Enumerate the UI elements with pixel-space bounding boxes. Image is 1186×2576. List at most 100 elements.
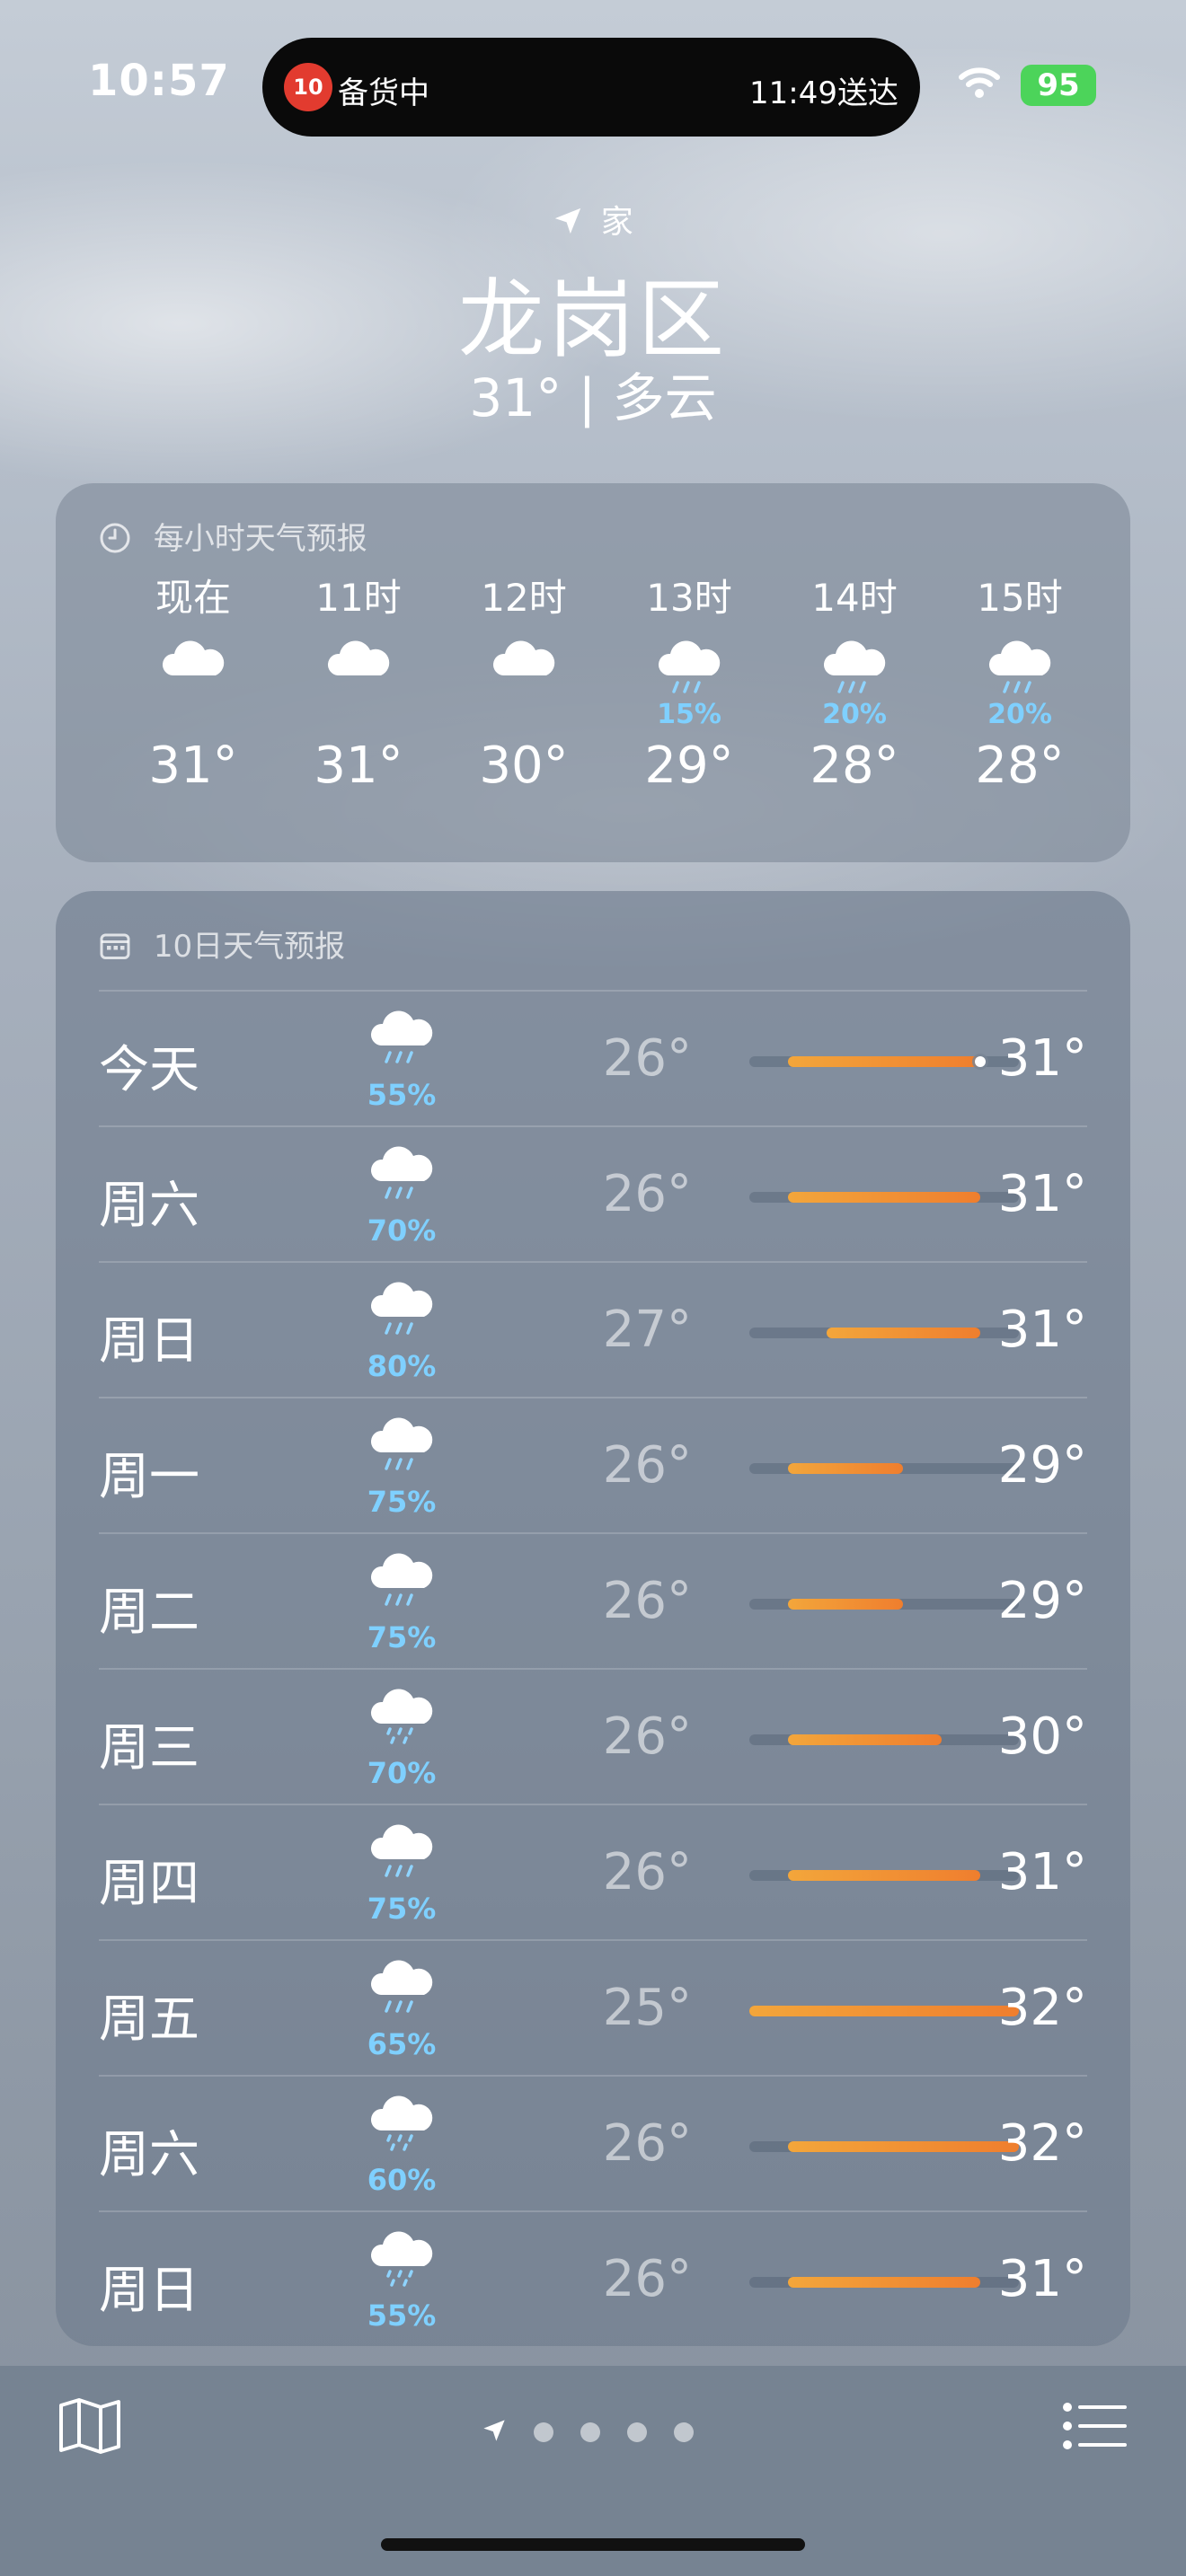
hourly-item: 13时 15% 29° (622, 573, 757, 795)
page-dot[interactable] (580, 2422, 600, 2442)
precip-chance: 75% (367, 1485, 437, 1519)
daily-forecast-title: 10日天气预报 (99, 922, 345, 966)
temp-range-bar (749, 2277, 1019, 2288)
hour-temp: 30° (479, 737, 569, 795)
location-label: 家 (0, 196, 1186, 243)
low-temp: 26° (602, 1707, 692, 1766)
dynamic-island[interactable]: 10 备货中 11:49送达 (262, 38, 920, 137)
temp-range-fill (787, 1463, 904, 1474)
precip-chance: 20% (822, 699, 887, 730)
hourly-item: 11时 31° (291, 573, 426, 795)
precip-chance (291, 699, 426, 731)
low-temp: 26° (602, 1165, 692, 1223)
daily-forecast-row[interactable]: 周日 55% 26° 31° (99, 2210, 1087, 2347)
hour-label: 11时 (315, 576, 402, 620)
hourly-forecast-card[interactable]: 每小时天气预报 现在 31° 11时 31° 12时 30° 13时 15% 29° 14时 20%… (56, 483, 1130, 862)
bottom-toolbar (0, 2366, 1186, 2576)
temp-range-bar (749, 1328, 1019, 1338)
temp-range-fill (749, 2006, 1019, 2016)
cloud-rain-icon (361, 1823, 442, 1883)
cloud-icon (456, 636, 591, 699)
high-temp: 31° (997, 1029, 1087, 1088)
high-temp: 31° (997, 2250, 1087, 2308)
day-label: 周四 (99, 1855, 199, 1913)
low-temp: 26° (602, 2250, 692, 2308)
day-label: 周三 (99, 1719, 199, 1778)
island-eta-text: 11:49送达 (749, 75, 898, 111)
daily-forecast-row[interactable]: 今天 55% 26° 31° (99, 990, 1087, 1126)
day-label: 周五 (99, 1990, 199, 2049)
battery-indicator: 95 (1021, 65, 1096, 106)
cloud-drizzle-icon (361, 2095, 442, 2154)
cloud-rain-icon (361, 1281, 442, 1340)
temp-range-bar (749, 2006, 1019, 2016)
precip-chance: 55% (367, 2298, 437, 2333)
daily-forecast-row[interactable]: 周日 80% 27° 31° (99, 1261, 1087, 1398)
hourly-forecast-title: 每小时天气预报 (99, 514, 367, 558)
list-icon[interactable] (1062, 2402, 1127, 2454)
low-temp: 25° (602, 1979, 692, 2037)
temp-range-bar (749, 1870, 1019, 1881)
cloud-rain-icon (622, 636, 757, 699)
precip-chance: 20% (987, 699, 1052, 730)
hour-temp: 28° (975, 737, 1065, 795)
day-label: 周二 (99, 1584, 199, 1642)
low-temp: 26° (602, 1436, 692, 1495)
temp-range-fill (826, 1328, 981, 1338)
high-temp: 29° (997, 1436, 1087, 1495)
daily-forecast-row[interactable]: 周六 70% 26° 31° (99, 1125, 1087, 1262)
temp-range-fill (787, 1056, 981, 1067)
daily-forecast-row[interactable]: 周五 65% 25° 32° (99, 1939, 1087, 2076)
home-indicator[interactable] (381, 2538, 805, 2551)
daily-forecast-row[interactable]: 周六 60% 26° 32° (99, 2075, 1087, 2211)
daily-forecast-row[interactable]: 周一 75% 26° 29° (99, 1397, 1087, 1533)
hour-temp: 31° (148, 737, 238, 795)
temp-range-bar (749, 2141, 1019, 2152)
precip-chance: 80% (367, 1349, 437, 1383)
hour-temp: 29° (644, 737, 734, 795)
high-temp: 32° (997, 1979, 1087, 2037)
low-temp: 26° (602, 1029, 692, 1088)
hour-label: 15时 (977, 576, 1063, 620)
delivery-app-icon: 10 (284, 63, 332, 111)
daily-forecast-row[interactable]: 周二 75% 26° 29° (99, 1532, 1087, 1669)
page-dot[interactable] (674, 2422, 694, 2442)
hourly-forecast-list[interactable]: 现在 31° 11时 31° 12时 30° 13时 15% 29° 14时 20% 28° 15时 20… (56, 573, 1130, 860)
temp-range-fill (787, 2277, 981, 2288)
precip-chance: 70% (367, 1213, 437, 1248)
temp-range-fill (787, 1192, 981, 1203)
hour-label: 12时 (481, 576, 567, 620)
day-label: 周日 (99, 2262, 199, 2320)
low-temp: 26° (602, 1843, 692, 1901)
temp-range-bar (749, 1056, 1019, 1067)
precip-chance: 15% (657, 699, 721, 730)
cloud-drizzle-icon (361, 1688, 442, 1747)
daily-forecast-row[interactable]: 周四 75% 26° 31° (99, 1804, 1087, 1940)
temp-range-bar (749, 1192, 1019, 1203)
temp-range-fill (787, 1870, 981, 1881)
page-dot[interactable] (627, 2422, 647, 2442)
precip-chance: 70% (367, 1756, 437, 1790)
day-label: 周日 (99, 1312, 199, 1371)
low-temp: 26° (602, 2114, 692, 2173)
hourly-item: 14时 20% 28° (787, 573, 922, 795)
precip-chance (456, 699, 591, 731)
high-temp: 31° (997, 1165, 1087, 1223)
hourly-item: 15时 20% 28° (952, 573, 1087, 795)
hour-temp: 28° (810, 737, 899, 795)
high-temp: 29° (997, 1572, 1087, 1630)
daily-forecast-card[interactable]: 10日天气预报 今天 55% 26° 31° 周六 70% 26° 31° 周日 80% 27° 31… (56, 891, 1130, 2346)
daily-forecast-row[interactable]: 周三 70% 26° 30° (99, 1668, 1087, 1804)
high-temp: 32° (997, 2114, 1087, 2173)
hour-temp: 28° (1118, 737, 1130, 795)
temp-range-bar (749, 1599, 1019, 1610)
temp-range-fill (787, 1599, 904, 1610)
cloud-rain-icon (361, 1959, 442, 2018)
page-dot[interactable] (534, 2422, 553, 2442)
high-temp: 31° (997, 1301, 1087, 1359)
hourly-item: 现在 31° (126, 573, 261, 795)
hour-label: 16时 (1118, 573, 1130, 623)
map-icon[interactable] (58, 2396, 122, 2459)
cloud-rain-icon (952, 636, 1087, 699)
page-indicator[interactable] (482, 2418, 694, 2447)
